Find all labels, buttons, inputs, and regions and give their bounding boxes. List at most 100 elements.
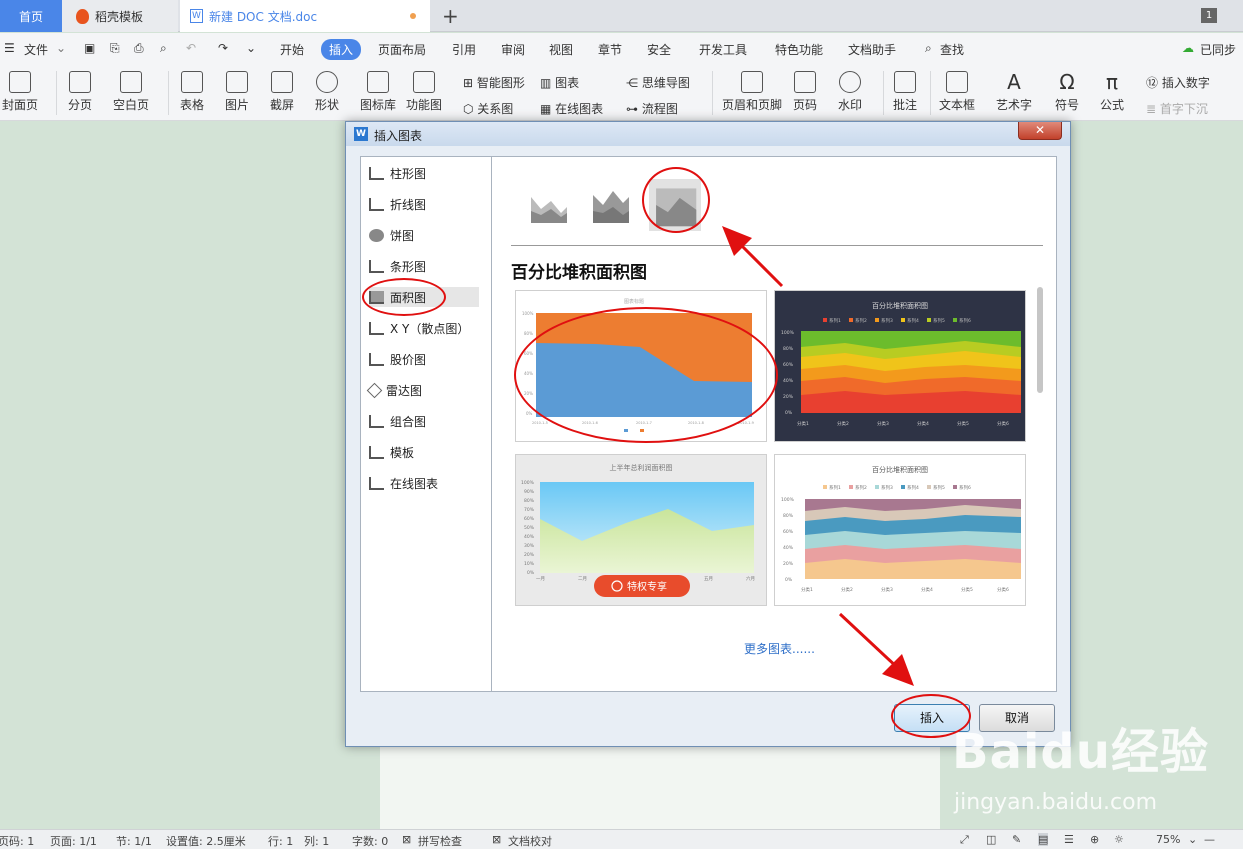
menu-doc-assistant[interactable]: 文档助手 [848,41,896,58]
menu-reference[interactable]: 引用 [452,41,476,58]
print-icon[interactable]: ⎙ [134,41,144,56]
menu-file[interactable]: 文件 [24,41,48,58]
screenshot-button[interactable]: 截屏 [270,71,294,113]
print-preview-icon[interactable]: ⌕ [160,41,167,56]
zoom-level[interactable]: 75% [1156,833,1180,846]
more-charts-link[interactable]: 更多图表...... [744,640,815,657]
quick-access-chevron-icon[interactable]: ⌄ [246,41,256,55]
drop-cap-button[interactable]: ≣ 首字下沉 [1146,100,1208,117]
category-online-chart[interactable]: 在线图表 [369,473,479,493]
picture-button[interactable]: 图片 [225,71,249,113]
eye-protect-icon[interactable]: ☼ [1114,833,1124,846]
symbol-button[interactable]: Ω 符号 [1055,71,1079,113]
category-stock[interactable]: 股价图 [369,349,479,369]
dialog-titlebar[interactable]: W 插入图表 ✕ [346,122,1070,146]
category-radar[interactable]: 雷达图 [366,380,479,400]
menu-special[interactable]: 特色功能 [775,41,823,58]
word-doc-icon: W [190,9,203,23]
category-combo[interactable]: 组合图 [369,411,479,431]
undo-icon[interactable]: ↶ [186,41,196,55]
area-subtype-basic[interactable] [527,183,571,227]
insert-number-button[interactable]: ⑫ 插入数字 [1146,74,1210,91]
thumb3-chart: 上半年总利润面积图 100%90%80%70%60%50%40%30%20%10… [521,463,755,597]
menu-search[interactable]: 查找 [940,41,964,58]
flowchart-button[interactable]: ⊶ 流程图 [626,100,678,117]
thumb2-chart: 百分比堆积面积图 系列1 系列2 系列3 系列4 系列5 系列6 100% 80%… [781,301,1021,427]
page-number-button[interactable]: 页码 [793,71,817,113]
status-spellcheck[interactable]: 拼写检查 [418,833,462,849]
shape-button[interactable]: 形状 [315,71,339,113]
tab-daoke-template[interactable]: 稻壳模板 [62,0,178,32]
save-icon[interactable]: ▣ [84,41,95,55]
web-view-icon[interactable]: ⊕ [1090,833,1099,846]
close-icon[interactable]: ✕ [1018,122,1062,140]
preview-thumbnail-2[interactable]: 百分比堆积面积图 系列1 系列2 系列3 系列4 系列5 系列6 100% 80%… [774,290,1026,442]
page-break-button[interactable]: 分页 [68,71,92,113]
new-tab-plus-icon[interactable]: + [442,4,459,28]
relation-chart-button[interactable]: ⬡ 关系图 [463,100,513,117]
smartart-button[interactable]: ⊞ 智能图形 [463,74,525,91]
window-count-badge[interactable]: 1 [1201,8,1217,23]
blank-page-label: 空白页 [113,98,150,112]
menu-review[interactable]: 审阅 [501,41,525,58]
menu-security[interactable]: 安全 [647,41,671,58]
tab-home[interactable]: 首页 [0,0,62,32]
category-line[interactable]: 折线图 [369,194,479,214]
edit-icon[interactable]: ✎ [1012,833,1021,846]
cover-page-icon [9,71,31,93]
comment-button[interactable]: 批注 [893,71,917,113]
menu-insert[interactable]: 插入 [321,39,362,60]
area-subtype-stacked[interactable] [589,183,633,227]
chart-button[interactable]: ▥ 图表 [540,74,579,91]
template-icon [369,445,384,459]
blank-page-button[interactable]: 空白页 [113,71,149,113]
outline-view-icon[interactable]: ☰ [1064,833,1074,846]
chevron-down-icon[interactable]: ⌄ [56,41,66,55]
annotation-ring-preview [514,307,778,443]
header-footer-button[interactable]: 页眉和页脚 [722,71,782,113]
category-column[interactable]: 柱形图 [369,163,479,183]
watermark-button[interactable]: 水印 [838,71,862,113]
status-words[interactable]: 字数: 0 [352,833,388,849]
fullscreen-icon[interactable]: ⤢ [960,833,969,847]
read-mode-icon[interactable]: ◫ [986,833,996,846]
svg-text:60%: 60% [783,529,794,535]
preview-scrollbar[interactable] [1037,287,1043,393]
menu-developer[interactable]: 开发工具 [699,41,747,58]
online-chart-button[interactable]: ▦ 在线图表 [540,100,603,117]
wordart-button[interactable]: A 艺术字 [996,71,1032,113]
wordart-icon: A [1007,70,1021,94]
page-view-icon[interactable]: ▤ [1038,833,1049,846]
menu-start[interactable]: 开始 [280,41,304,58]
menu-chapter[interactable]: 章节 [598,41,622,58]
sync-status[interactable]: 已同步 [1200,41,1236,58]
category-pie[interactable]: 饼图 [369,225,479,245]
thumb2-title: 百分比堆积面积图 [872,301,928,310]
format-painter-icon[interactable]: ⎘ [110,41,120,56]
preview-thumbnail-4[interactable]: 百分比堆积面积图 系列1 系列2 系列3 系列4 系列5 系列6 100% 80%… [774,454,1026,606]
zoom-dropdown-icon[interactable]: ⌄ [1188,833,1197,846]
formula-button[interactable]: π 公式 [1100,71,1124,113]
mindmap-button[interactable]: ⋲ 思维导图 [626,74,690,91]
status-proofread[interactable]: 文档校对 [508,833,552,849]
tab-document[interactable]: W 新建 DOC 文档.doc [180,0,430,32]
textbox-button[interactable]: 文本框 [939,71,975,113]
category-template[interactable]: 模板 [369,442,479,462]
redo-icon[interactable]: ↷ [218,41,228,55]
category-xy-scatter[interactable]: X Y（散点图） [369,318,479,338]
table-button[interactable]: 表格 [180,71,204,113]
preview-thumbnail-3[interactable]: 上半年总利润面积图 100% 90% 80% 70% 60% 50% 40% 30% 20% 10… [515,454,767,606]
category-bar[interactable]: 条形图 [369,256,479,276]
menu-view[interactable]: 视图 [549,41,573,58]
cover-page-button[interactable]: 封面页 [2,71,38,113]
function-chart-button[interactable]: 功能图 [406,71,442,113]
icon-library-button[interactable]: 图标库 [360,71,396,113]
status-page: 页面: 1/1 [50,835,97,848]
svg-text:60%: 60% [524,516,535,522]
menu-page-layout[interactable]: 页面布局 [378,41,426,58]
zoom-out-icon[interactable]: — [1204,833,1215,846]
hamburger-icon[interactable]: ☰ [4,41,15,55]
baidu-watermark-url: jingyan.baidu.com [954,790,1158,815]
search-icon[interactable]: ⌕ [925,41,932,56]
svg-text:100%: 100% [781,330,795,336]
